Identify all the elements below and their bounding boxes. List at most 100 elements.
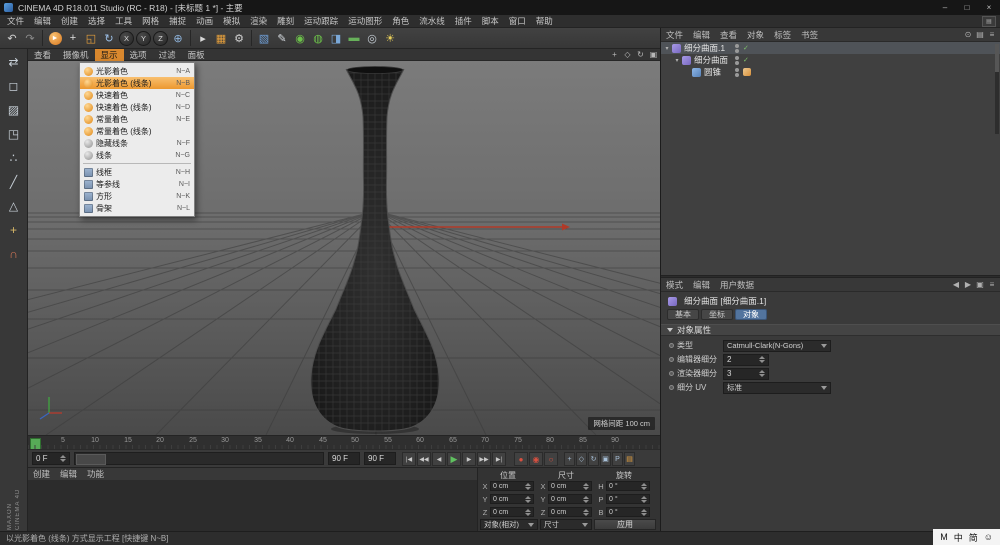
display-menu-item[interactable]: 常量着色N~E xyxy=(80,113,194,125)
ime-charset[interactable]: 简 xyxy=(967,531,980,544)
vp-menu-view[interactable]: 查看 xyxy=(28,49,57,61)
vp-menu-display[interactable]: 显示 xyxy=(95,49,124,61)
apply-button[interactable]: 应用 xyxy=(594,519,656,530)
current-frame-field[interactable]: 0 F xyxy=(32,452,70,465)
enabled-check-icon[interactable]: ✓ xyxy=(743,56,749,64)
visibility-dots-icon[interactable] xyxy=(735,68,739,77)
field-stepper[interactable] xyxy=(757,370,765,377)
prev-frame-button[interactable]: ◀ xyxy=(432,452,446,466)
vp-menu-panel[interactable]: 面板 xyxy=(182,49,211,61)
menu-snap[interactable]: 捕捉 xyxy=(164,15,191,27)
om-menu-bookmarks[interactable]: 书签 xyxy=(796,29,823,41)
search-icon[interactable]: ⊙ xyxy=(962,30,974,39)
visibility-dots-icon[interactable] xyxy=(735,56,739,65)
back-icon[interactable]: ◀ xyxy=(950,280,962,289)
z-axis-lock-button[interactable]: Z xyxy=(153,31,168,46)
goto-end-button[interactable]: ▶| xyxy=(492,452,506,466)
menu-icon[interactable]: ≡ xyxy=(986,280,998,289)
size-x-field[interactable]: 0 cm xyxy=(548,481,592,491)
position-z-field[interactable]: 0 cm xyxy=(490,507,534,517)
primitive-cube-button[interactable]: ▧ xyxy=(255,29,273,47)
materials-menu-edit[interactable]: 编辑 xyxy=(55,468,82,480)
display-menu-item[interactable]: 光影着色 (线条)N~B xyxy=(80,77,194,89)
expand-arrow-icon[interactable]: ▾ xyxy=(673,57,681,64)
record-keyframe-button[interactable]: ● xyxy=(514,452,528,466)
menu-pipeline[interactable]: 流水线 xyxy=(414,15,450,27)
enable-axis-button[interactable]: + xyxy=(3,219,25,241)
ime-mode[interactable]: M xyxy=(938,532,950,542)
animation-dot-icon[interactable] xyxy=(669,371,674,376)
am-menu-mode[interactable]: 模式 xyxy=(661,279,688,291)
rotate-button[interactable]: ↻ xyxy=(100,29,118,47)
menu-file[interactable]: 文件 xyxy=(2,15,29,27)
menu-mesh[interactable]: 网格 xyxy=(137,15,164,27)
toggle-views-icon[interactable]: ▣ xyxy=(647,50,660,59)
vp-menu-cameras[interactable]: 摄像机 xyxy=(57,49,95,61)
filter-icon[interactable]: ▤ xyxy=(974,30,986,39)
x-axis-lock-button[interactable]: X xyxy=(119,31,134,46)
display-menu-item[interactable]: 常量着色 (线条) xyxy=(80,125,194,137)
object-properties-section[interactable]: 对象属性 xyxy=(661,324,1000,336)
materials-menu-create[interactable]: 创建 xyxy=(28,468,55,480)
parameter-toggle[interactable]: ▣ xyxy=(600,452,611,466)
tab-coordinates[interactable]: 坐标 xyxy=(701,309,733,320)
undo-button[interactable]: ↶ xyxy=(3,29,21,47)
menu-create[interactable]: 创建 xyxy=(56,15,83,27)
menu-edit[interactable]: 编辑 xyxy=(29,15,56,27)
field-stepper[interactable] xyxy=(757,356,765,363)
menu-mograph[interactable]: 运动图形 xyxy=(343,15,387,27)
autokeying-button[interactable]: ◉ xyxy=(529,452,543,466)
snap-button[interactable]: ∩ xyxy=(3,243,25,265)
forward-icon[interactable]: ▶ xyxy=(962,280,974,289)
display-menu-item[interactable]: 线框N~H xyxy=(80,166,194,178)
workplane-mode-button[interactable]: ◳ xyxy=(3,123,25,145)
render-settings-button[interactable]: ⚙ xyxy=(230,29,248,47)
points-mode-button[interactable]: ∴ xyxy=(3,147,25,169)
model-mode-button[interactable]: ◻ xyxy=(3,75,25,97)
rotation-p-field[interactable]: 0 ° xyxy=(606,494,650,504)
rotation-b-field[interactable]: 0 ° xyxy=(606,507,650,517)
scale-button[interactable]: ◱ xyxy=(82,29,100,47)
position-y-field[interactable]: 0 cm xyxy=(490,494,534,504)
vp-menu-filter[interactable]: 过滤 xyxy=(153,49,182,61)
render-view-button[interactable]: ▸ xyxy=(194,29,212,47)
animation-dot-icon[interactable] xyxy=(669,357,674,362)
display-menu-item[interactable]: 方形N~K xyxy=(80,190,194,202)
ime-toolbar[interactable]: M 中 简 ☺ xyxy=(933,529,1000,545)
animation-dot-icon[interactable] xyxy=(669,343,674,348)
type-dropdown[interactable]: Catmull-Clark(N-Gons) xyxy=(723,340,831,352)
coords-mode-dropdown[interactable]: 对象(相对) xyxy=(480,519,538,530)
live-selection-button[interactable]: ► xyxy=(46,29,64,47)
timeline-slider[interactable] xyxy=(74,452,324,465)
zoom-view-icon[interactable]: ◇ xyxy=(621,50,634,59)
menu-tools[interactable]: 工具 xyxy=(110,15,137,27)
menu-render[interactable]: 渲染 xyxy=(245,15,272,27)
coordinate-system-button[interactable]: ⊕ xyxy=(169,29,187,47)
display-menu-item[interactable]: 线条N~G xyxy=(80,149,194,161)
spline-pen-button[interactable]: ✎ xyxy=(273,29,291,47)
tab-basic[interactable]: 基本 xyxy=(667,309,699,320)
menu-character[interactable]: 角色 xyxy=(387,15,414,27)
field-stepper[interactable] xyxy=(639,496,647,503)
animation-dot-icon[interactable] xyxy=(669,385,674,390)
y-axis-lock-button[interactable]: Y xyxy=(136,31,151,46)
field-stepper[interactable] xyxy=(58,455,66,462)
next-key-button[interactable]: ▶▶ xyxy=(477,452,491,466)
phong-tag-icon[interactable] xyxy=(743,68,751,76)
menu-window[interactable]: 窗口 xyxy=(504,15,531,27)
edges-mode-button[interactable]: ╱ xyxy=(3,171,25,193)
field-stepper[interactable] xyxy=(581,496,589,503)
enabled-check-icon[interactable]: ✓ xyxy=(743,44,749,52)
field-stepper[interactable] xyxy=(523,509,531,516)
am-menu-edit[interactable]: 编辑 xyxy=(688,279,715,291)
generator-button[interactable]: ◍ xyxy=(309,29,327,47)
om-menu-edit[interactable]: 编辑 xyxy=(688,29,715,41)
close-button[interactable]: × xyxy=(978,0,1000,15)
layout-preset-selector[interactable]: ▤ xyxy=(982,16,996,27)
field-stepper[interactable] xyxy=(523,496,531,503)
menu-animate[interactable]: 动画 xyxy=(191,15,218,27)
timeline-ruler[interactable]: 5 10 15 20 25 30 35 40 45 50 55 60 65 70… xyxy=(28,435,660,449)
ime-emoji[interactable]: ☺ xyxy=(982,532,995,542)
floor-button[interactable]: ▬ xyxy=(345,29,363,47)
subdivision-surface-button[interactable]: ◉ xyxy=(291,29,309,47)
